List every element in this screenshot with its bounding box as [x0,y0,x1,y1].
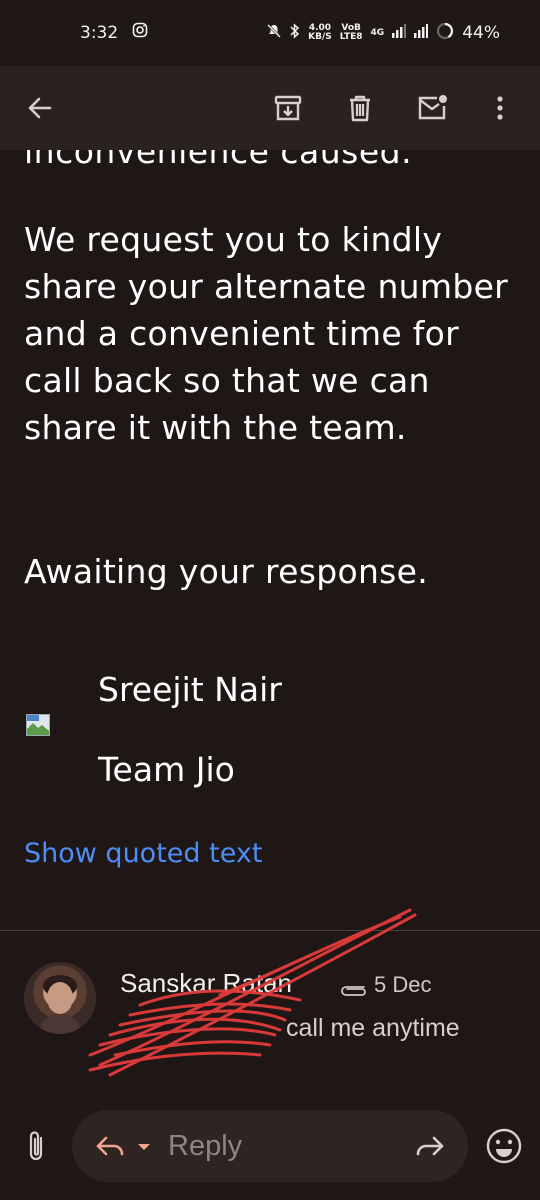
email-paragraph-request: We request you to kindly share your alte… [24,220,509,447]
message-snippet: call me anytime [286,1014,460,1042]
signal-icon-2 [414,24,429,42]
volte-badge: VoB LTE8 [340,24,363,42]
back-button[interactable] [16,84,64,132]
reply-label: Reply [168,1130,243,1162]
volte-bottom: LTE8 [339,32,363,42]
more-vert-icon [497,96,503,120]
status-right: 4.00 KB/S VoB LTE8 4G 44% [266,22,500,44]
reply-icon[interactable] [94,1130,126,1162]
archive-icon [274,95,302,121]
arrow-left-icon [28,97,52,119]
thread-message-row[interactable]: Sanskar Ratan 5 Dec call me anytime [0,930,540,1090]
avatar[interactable] [24,962,96,1034]
reply-input[interactable]: Reply [72,1110,468,1182]
forward-icon[interactable] [414,1130,446,1162]
attachment-icon [338,982,368,1001]
signal-icon [392,24,407,42]
email-paragraph-awaiting: Awaiting your response. [24,552,429,591]
cut-off-text: inconvenience caused. [24,150,413,171]
signature-name: Sreejit Nair [98,670,282,709]
attach-button[interactable] [16,1124,56,1168]
mark-unread-button[interactable] [408,84,456,132]
net-speed: 4.00 KB/S [308,24,332,42]
network-type: 4G [370,27,385,38]
battery-icon [436,22,454,44]
sender-name: Sanskar Ratan [120,968,292,998]
reply-bar: Reply [0,1090,540,1200]
paperclip-icon [29,1131,43,1161]
status-time: 3:32 [80,22,119,43]
message-date: 5 Dec [374,972,432,997]
archive-button[interactable] [264,84,312,132]
chevron-down-icon[interactable] [136,1142,152,1152]
emoji-icon[interactable] [484,1126,524,1166]
mail-unread-icon [418,95,447,120]
bluetooth-icon [290,23,300,43]
mute-icon [266,23,282,43]
signature-team: Team Jio [98,750,235,789]
instagram-icon [132,22,148,43]
battery-percent: 44% [462,23,500,43]
delete-button[interactable] [336,84,384,132]
email-toolbar [0,66,540,150]
status-left: 3:32 [80,22,148,43]
show-quoted-text-link[interactable]: Show quoted text [24,838,262,869]
status-bar: 3:32 4.00 KB/S VoB LTE8 4G 44% [0,0,540,66]
email-body: inconvenience caused. We request you to … [0,150,540,930]
net-speed-unit: KB/S [308,32,332,42]
trash-icon [350,95,370,122]
broken-image-icon [26,714,50,736]
more-options-button[interactable] [476,84,524,132]
